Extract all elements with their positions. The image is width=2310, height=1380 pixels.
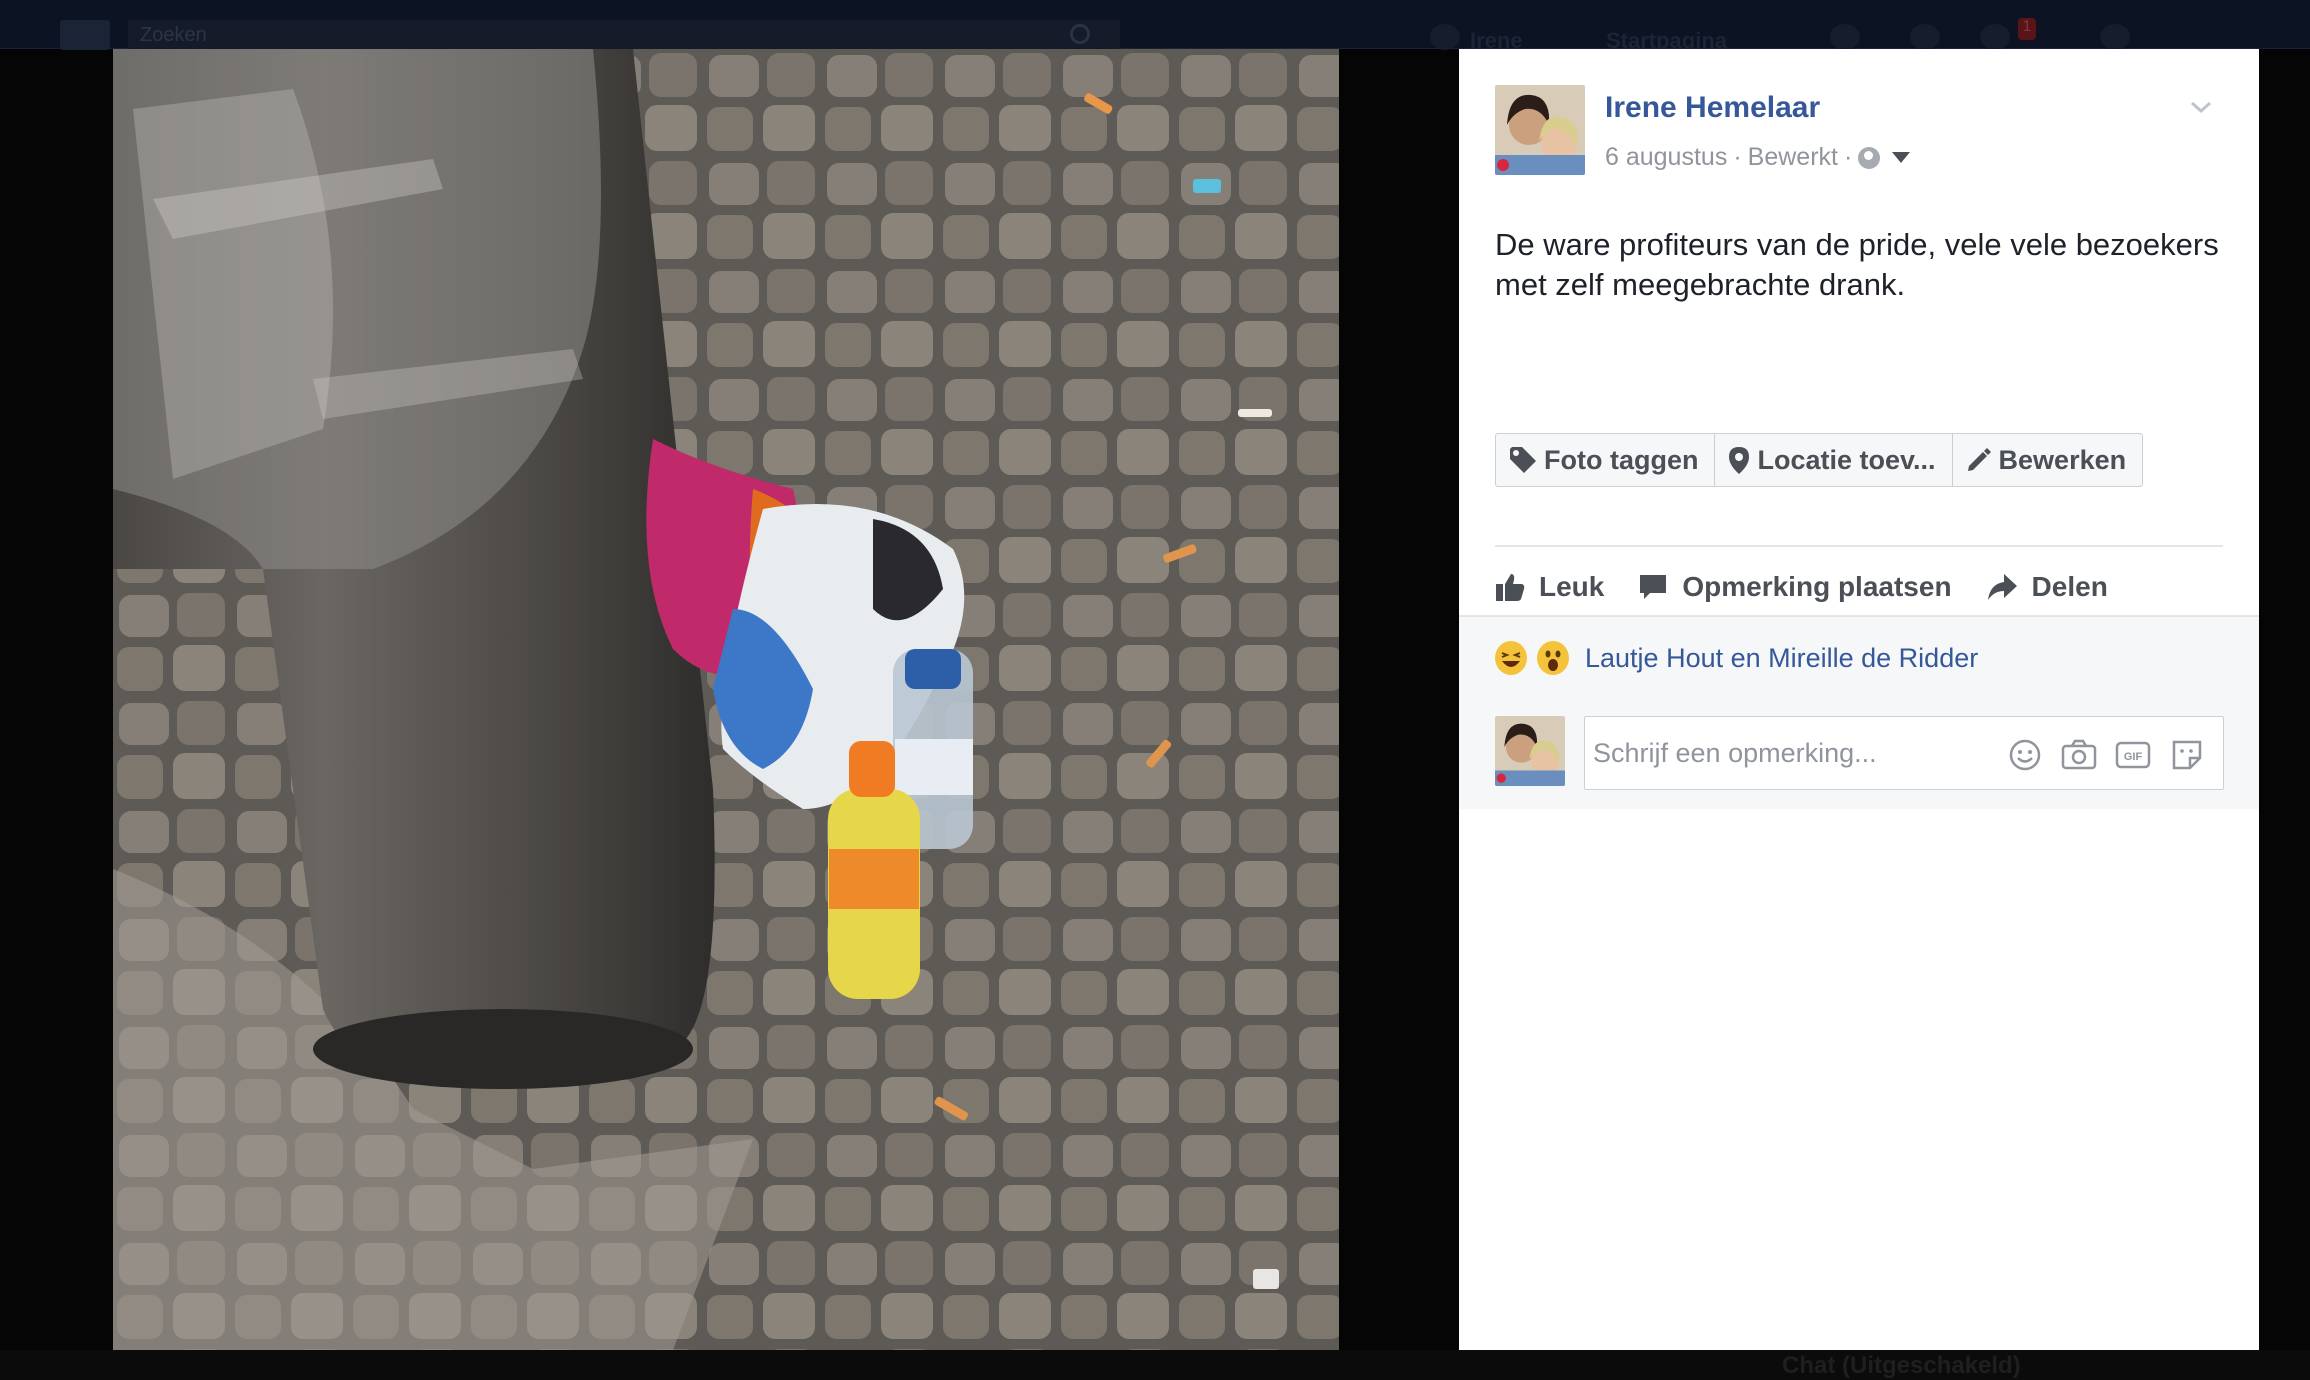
like-button[interactable]: Leuk	[1495, 561, 1604, 613]
pencil-icon	[1967, 448, 1991, 471]
divider	[1495, 545, 2223, 547]
edited-label[interactable]: Bewerkt	[1748, 143, 1838, 172]
laughing-face-icon	[1501, 652, 1521, 667]
search-icon[interactable]	[1070, 24, 1090, 44]
wow-face-icon	[1545, 650, 1561, 671]
laughing-emoji-icon	[1495, 641, 1527, 675]
like-label: Leuk	[1539, 571, 1605, 602]
edit-label: Bewerken	[1998, 444, 2127, 475]
reactions-summary[interactable]: Lautje Hout en Mireille de Ridder	[1495, 641, 1978, 675]
post-meta: 6 augustus · Bewerkt ·	[1605, 143, 1911, 172]
chevron-down-icon[interactable]	[2189, 95, 2213, 119]
chat-status[interactable]: Chat (Uitgeschakeld)	[1782, 1352, 2021, 1380]
notifications-icon[interactable]	[1980, 24, 2010, 50]
photo-viewer: Zoeken Irene Startpagina 1 Chat (Uitgesc…	[0, 0, 2310, 1380]
profile-avatar-icon[interactable]	[1430, 24, 1460, 50]
notification-badge: 1	[2018, 18, 2036, 40]
gif-icon[interactable]: GIF	[2115, 737, 2151, 773]
post-details-panel: Irene Hemelaar 6 augustus · Bewerkt · De…	[1459, 49, 2259, 1350]
comment-button[interactable]: Opmerking plaatsen	[1638, 561, 1952, 613]
quick-help-icon[interactable]	[2100, 24, 2130, 50]
reaction-names-link[interactable]: Lautje Hout en Mireille de Ridder	[1585, 643, 1978, 674]
add-location-button[interactable]: Locatie toev...	[1714, 433, 1953, 487]
top-navigation-bar: Zoeken Irene Startpagina 1	[0, 0, 2310, 53]
meta-separator: ·	[1733, 143, 1742, 171]
comment-composer[interactable]: GIF	[1584, 716, 2224, 790]
share-label: Delen	[2031, 571, 2108, 602]
author-name-link[interactable]: Irene Hemelaar	[1605, 91, 1820, 125]
add-location-label: Locatie toev...	[1757, 444, 1936, 475]
camera-icon[interactable]	[2061, 737, 2097, 773]
composer-tools: GIF	[2007, 737, 2205, 773]
author-avatar[interactable]	[1495, 85, 1585, 175]
author-avatar-image	[1495, 85, 1585, 175]
photo-image	[113, 49, 1339, 1350]
emoji-icon[interactable]	[2007, 737, 2043, 773]
thumbs-up-icon	[1496, 574, 1525, 601]
comment-label: Opmerking plaatsen	[1682, 571, 1952, 602]
post-text: De ware profiteurs van de pride, vele ve…	[1495, 227, 2219, 302]
wow-emoji-icon	[1537, 641, 1569, 675]
post-date-link[interactable]: 6 augustus	[1605, 143, 1727, 172]
commenter-avatar	[1495, 716, 1565, 786]
comment-bubble-icon	[1640, 575, 1667, 599]
photo-actions: Foto taggen Locatie toev... Bewerken	[1495, 433, 2144, 487]
post-actions: Leuk Opmerking plaatsen Delen	[1495, 561, 2108, 613]
post-photo[interactable]	[113, 49, 1339, 1350]
friend-requests-icon[interactable]	[1830, 24, 1860, 50]
sticker-icon[interactable]	[2169, 737, 2205, 773]
share-arrow-icon	[1987, 574, 2017, 600]
meta-separator: ·	[1843, 143, 1853, 171]
tag-icon	[1510, 447, 1536, 473]
location-pin-icon	[1729, 447, 1750, 474]
globe-icon	[1858, 146, 1881, 169]
edit-button[interactable]: Bewerken	[1951, 433, 2144, 487]
facebook-logo-icon[interactable]	[60, 20, 110, 50]
audience-dropdown-icon[interactable]	[1892, 152, 1911, 163]
messages-icon[interactable]	[1910, 24, 1940, 50]
tag-photo-label: Foto taggen	[1544, 444, 1699, 475]
search-bar[interactable]: Zoeken	[128, 20, 1120, 50]
tag-photo-button[interactable]: Foto taggen	[1495, 433, 1716, 487]
comment-input[interactable]	[1593, 731, 1973, 775]
commenter-avatar-image	[1495, 716, 1565, 786]
share-button[interactable]: Delen	[1986, 561, 2108, 613]
search-input[interactable]: Zoeken	[140, 24, 207, 46]
svg-text:GIF: GIF	[2124, 751, 2143, 763]
